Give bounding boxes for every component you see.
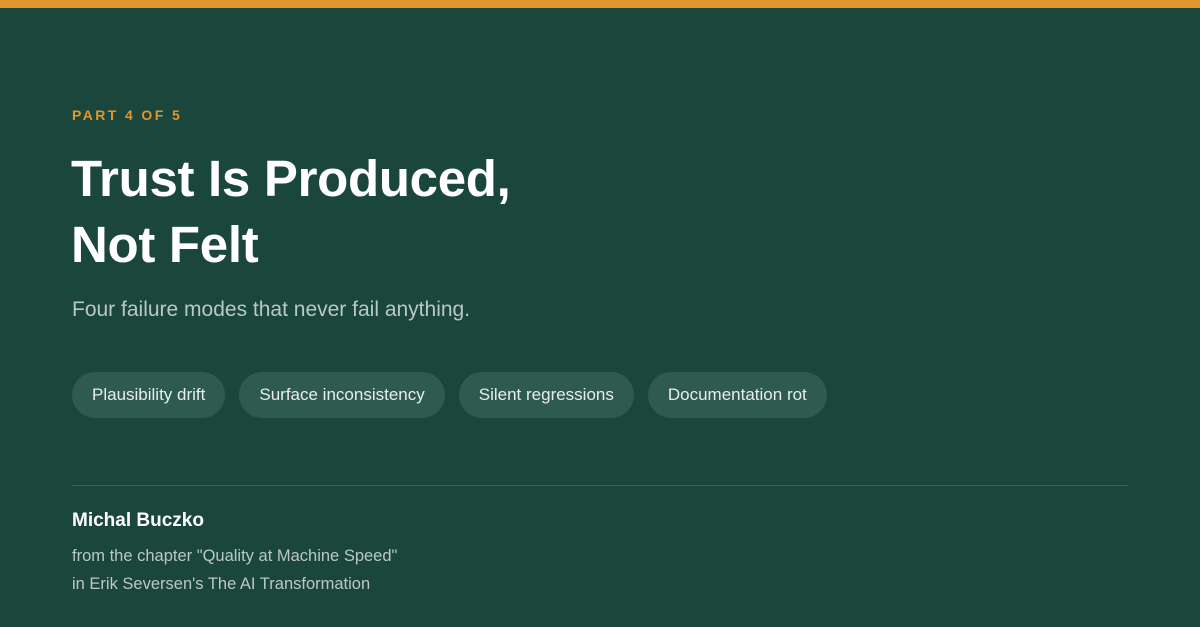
tag-documentation-rot: Documentation rot [647, 372, 827, 418]
tag-surface-inconsistency: Surface inconsistency [239, 372, 445, 418]
book-source: in Erik Seversen's The AI Transformation [72, 575, 371, 593]
accent-top-bar [0, 0, 1200, 8]
chapter-source: from the chapter "Quality at Machine Spe… [72, 547, 398, 565]
tag-plausibility-drift: Plausibility drift [72, 372, 226, 418]
article-card: PART 4 OF 5 Trust Is Produced, Not Felt … [0, 0, 1200, 627]
footer-divider [72, 485, 1128, 486]
article-title: Trust Is Produced, Not Felt [71, 146, 971, 278]
article-subtitle: Four failure modes that never fail anyth… [72, 298, 471, 321]
tag-silent-regressions: Silent regressions [458, 372, 634, 418]
author-name: Michal Buczko [72, 510, 204, 531]
title-line-1: Trust Is Produced, [71, 150, 511, 207]
series-label: PART 4 OF 5 [72, 107, 183, 123]
title-line-2: Not Felt [71, 216, 259, 273]
tag-list: Plausibility drift Surface inconsistency… [72, 372, 827, 418]
